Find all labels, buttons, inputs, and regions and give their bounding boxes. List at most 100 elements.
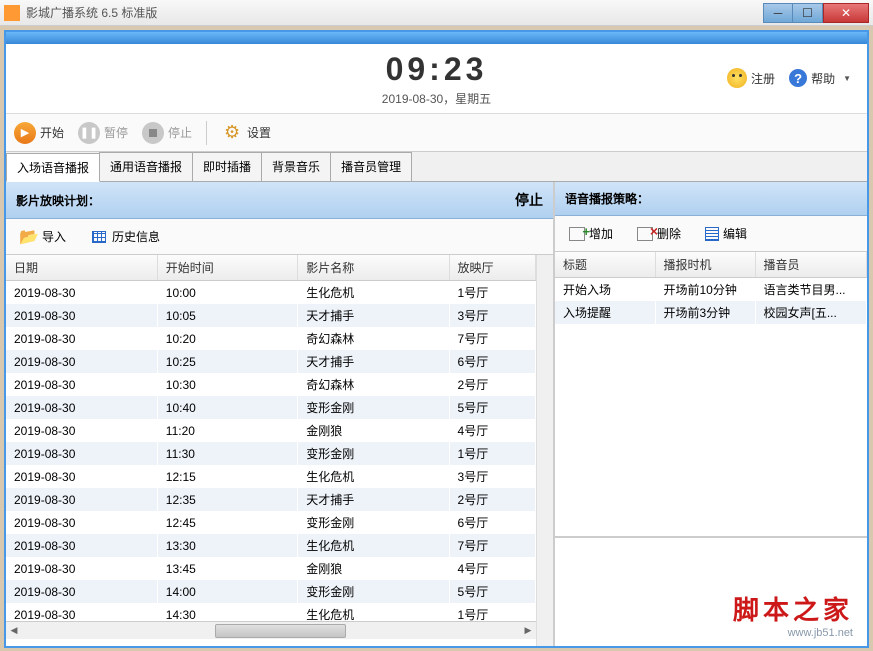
- tab-0[interactable]: 入场语音播报: [6, 153, 100, 182]
- edit-label: 编辑: [723, 225, 747, 242]
- pause-button[interactable]: ❚❚ 暂停: [78, 122, 128, 144]
- table-cell: 2019-08-30: [6, 580, 157, 603]
- column-header[interactable]: 标题: [555, 252, 655, 278]
- header-panel: 09:23 2019-08-30，星期五 注册 ? 帮助 ▼: [6, 44, 867, 114]
- table-row[interactable]: 开始入场开场前10分钟语言类节目男...: [555, 278, 867, 302]
- table-row[interactable]: 2019-08-3013:45金刚狼4号厅: [6, 557, 536, 580]
- register-button[interactable]: 注册: [727, 68, 775, 88]
- vertical-scrollbar-track[interactable]: [536, 255, 553, 646]
- table-cell: 2019-08-30: [6, 442, 157, 465]
- maximize-button[interactable]: ☐: [793, 3, 823, 23]
- clock-time: 09:23: [382, 51, 491, 88]
- history-button[interactable]: 历史信息: [84, 226, 166, 248]
- stop-button[interactable]: 停止: [142, 122, 192, 144]
- help-button[interactable]: ? 帮助 ▼: [789, 69, 851, 87]
- table-cell: 5号厅: [449, 580, 535, 603]
- clock-date: 2019-08-30，星期五: [382, 90, 491, 107]
- table-row[interactable]: 2019-08-3010:00生化危机1号厅: [6, 281, 536, 304]
- table-row[interactable]: 2019-08-3011:20金刚狼4号厅: [6, 419, 536, 442]
- table-row[interactable]: 2019-08-3014:00变形金刚5号厅: [6, 580, 536, 603]
- table-cell: 10:05: [157, 304, 297, 327]
- strategy-title: 语音播报策略：: [565, 190, 649, 207]
- column-header[interactable]: 开始时间: [157, 255, 297, 281]
- table-cell: 14:30: [157, 603, 297, 621]
- table-row[interactable]: 2019-08-3010:40变形金刚5号厅: [6, 396, 536, 419]
- table-cell: 开始入场: [555, 278, 655, 302]
- folder-icon: 📂: [20, 228, 38, 246]
- settings-button[interactable]: ⚙ 设置: [221, 122, 271, 144]
- table-cell: 奇幻森林: [298, 327, 449, 350]
- table-row[interactable]: 2019-08-3014:30生化危机1号厅: [6, 603, 536, 621]
- table-row[interactable]: 2019-08-3010:05天才捕手3号厅: [6, 304, 536, 327]
- smiley-icon: [727, 68, 747, 88]
- titlebar: 影城广播系统 6.5 标准版 ─ ☐ ✕: [0, 0, 873, 26]
- table-row[interactable]: 2019-08-3012:15生化危机3号厅: [6, 465, 536, 488]
- table-cell: 12:35: [157, 488, 297, 511]
- table-cell: 2019-08-30: [6, 419, 157, 442]
- scroll-right-arrow[interactable]: ▶: [520, 623, 536, 639]
- table-cell: 10:30: [157, 373, 297, 396]
- table-cell: 10:20: [157, 327, 297, 350]
- minimize-button[interactable]: ─: [763, 3, 793, 23]
- table-row[interactable]: 2019-08-3010:25天才捕手6号厅: [6, 350, 536, 373]
- table-row[interactable]: 2019-08-3011:30变形金刚1号厅: [6, 442, 536, 465]
- schedule-table-body[interactable]: 2019-08-3010:00生化危机1号厅2019-08-3010:05天才捕…: [6, 281, 536, 621]
- decorative-bar: [6, 32, 867, 44]
- column-header[interactable]: 影片名称: [298, 255, 449, 281]
- scroll-left-arrow[interactable]: ◀: [6, 623, 22, 639]
- table-cell: 2019-08-30: [6, 304, 157, 327]
- table-cell: 13:30: [157, 534, 297, 557]
- table-cell: 2019-08-30: [6, 488, 157, 511]
- schedule-toolbar: 📂 导入 历史信息: [6, 219, 553, 255]
- tab-4[interactable]: 播音员管理: [330, 152, 412, 181]
- register-label: 注册: [751, 70, 775, 87]
- table-cell: 1号厅: [449, 603, 535, 621]
- table-cell: 语言类节目男...: [755, 278, 867, 302]
- horizontal-scrollbar[interactable]: ◀ ▶: [6, 621, 536, 639]
- edit-button[interactable]: 编辑: [699, 223, 753, 244]
- tab-3[interactable]: 背景音乐: [261, 152, 331, 181]
- import-button[interactable]: 📂 导入: [14, 226, 72, 248]
- table-row[interactable]: 2019-08-3010:20奇幻森林7号厅: [6, 327, 536, 350]
- column-header[interactable]: 播报时机: [655, 252, 755, 278]
- table-cell: 变形金刚: [298, 511, 449, 534]
- strategy-table: 标题播报时机播音员 开始入场开场前10分钟语言类节目男...入场提醒开场前3分钟…: [555, 252, 867, 324]
- table-row[interactable]: 2019-08-3012:35天才捕手2号厅: [6, 488, 536, 511]
- table-cell: 13:45: [157, 557, 297, 580]
- delete-button[interactable]: 删除: [631, 223, 687, 244]
- pause-icon: ❚❚: [78, 122, 100, 144]
- tab-2[interactable]: 即时插播: [192, 152, 262, 181]
- table-cell: 2019-08-30: [6, 603, 157, 621]
- table-cell: 生化危机: [298, 281, 449, 304]
- table-cell: 2号厅: [449, 373, 535, 396]
- table-cell: 2019-08-30: [6, 373, 157, 396]
- table-row[interactable]: 2019-08-3010:30奇幻森林2号厅: [6, 373, 536, 396]
- table-cell: 生化危机: [298, 465, 449, 488]
- close-button[interactable]: ✕: [823, 3, 869, 23]
- table-row[interactable]: 2019-08-3013:30生化危机7号厅: [6, 534, 536, 557]
- tabs: 入场语音播报通用语音播报即时插播背景音乐播音员管理: [6, 152, 867, 182]
- gear-icon: ⚙: [221, 122, 243, 144]
- column-header[interactable]: 放映厅: [449, 255, 535, 281]
- column-header[interactable]: 播音员: [755, 252, 867, 278]
- table-cell: 14:00: [157, 580, 297, 603]
- add-label: 增加: [589, 225, 613, 242]
- start-button[interactable]: ▶ 开始: [14, 122, 64, 144]
- table-cell: 开场前10分钟: [655, 278, 755, 302]
- help-icon: ?: [789, 69, 807, 87]
- table-row[interactable]: 入场提醒开场前3分钟校园女声[五...: [555, 301, 867, 324]
- add-button[interactable]: 增加: [563, 223, 619, 244]
- right-pane: 语音播报策略： 增加 删除 编辑 标题播报时机播音员 开始入场开场前10分钟语: [555, 182, 867, 646]
- table-cell: 变形金刚: [298, 396, 449, 419]
- pause-label: 暂停: [104, 124, 128, 141]
- table-row[interactable]: 2019-08-3012:45变形金刚6号厅: [6, 511, 536, 534]
- column-header[interactable]: 日期: [6, 255, 157, 281]
- table-cell: 3号厅: [449, 304, 535, 327]
- table-cell: 生化危机: [298, 603, 449, 621]
- table-cell: 生化危机: [298, 534, 449, 557]
- tab-1[interactable]: 通用语音播报: [99, 152, 193, 181]
- table-cell: 10:00: [157, 281, 297, 304]
- table-cell: 金刚狼: [298, 419, 449, 442]
- table-cell: 天才捕手: [298, 350, 449, 373]
- scroll-thumb[interactable]: [215, 624, 345, 638]
